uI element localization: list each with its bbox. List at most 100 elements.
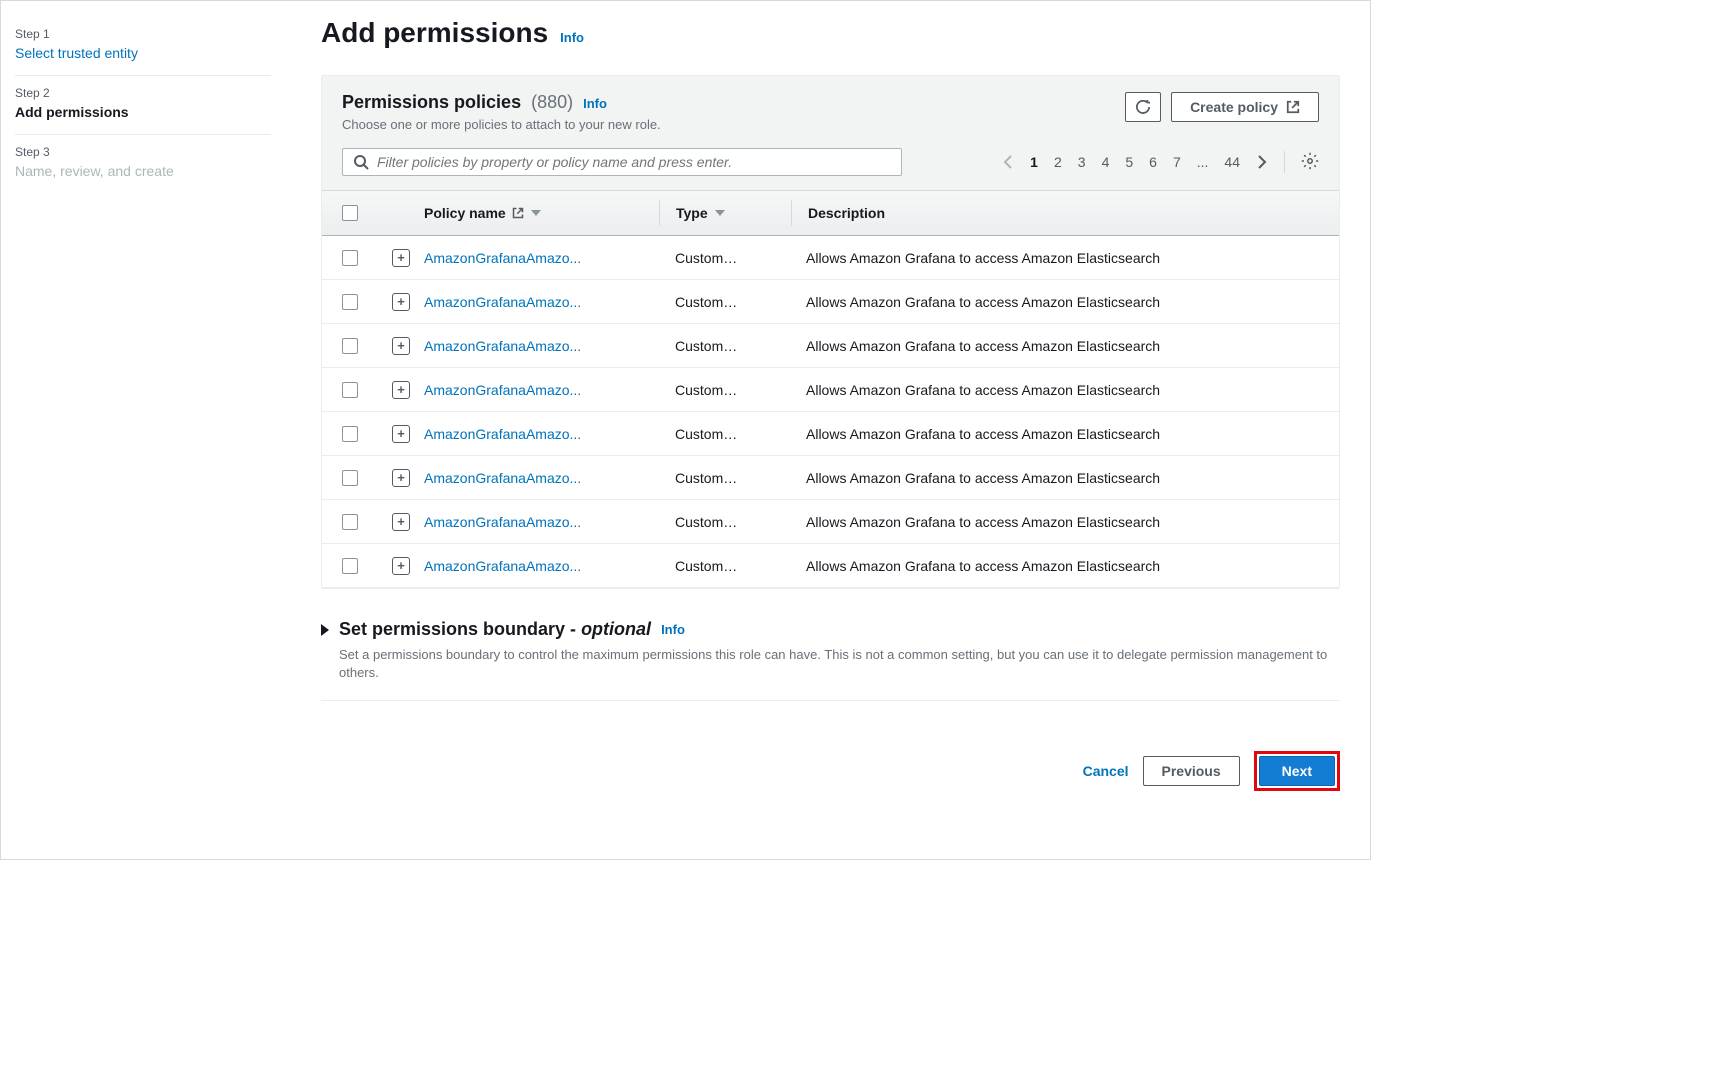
policy-type: Custom…: [675, 558, 737, 574]
row-checkbox[interactable]: [342, 514, 358, 530]
next-page-icon[interactable]: [1256, 155, 1268, 169]
step-title: Add permissions: [15, 104, 271, 120]
policy-description: Allows Amazon Grafana to access Amazon E…: [806, 338, 1160, 354]
policy-type: Custom…: [675, 514, 737, 530]
expand-row-button[interactable]: +: [392, 249, 410, 267]
sort-icon[interactable]: [530, 207, 542, 219]
page-number[interactable]: 7: [1173, 154, 1181, 170]
boundary-title: Set permissions boundary - optional: [339, 619, 651, 640]
search-input[interactable]: [377, 154, 891, 170]
row-checkbox[interactable]: [342, 426, 358, 442]
row-checkbox[interactable]: [342, 558, 358, 574]
policy-name-link[interactable]: AmazonGrafanaAmazo...: [424, 470, 581, 486]
create-policy-button[interactable]: Create policy: [1171, 92, 1319, 122]
policy-description: Allows Amazon Grafana to access Amazon E…: [806, 250, 1160, 266]
footer-actions: Cancel Previous Next: [321, 751, 1340, 791]
next-button[interactable]: Next: [1259, 756, 1335, 786]
policy-name-link[interactable]: AmazonGrafanaAmazo...: [424, 558, 581, 574]
next-button-highlight: Next: [1254, 751, 1340, 791]
page-ellipsis: ...: [1197, 154, 1209, 170]
row-checkbox[interactable]: [342, 250, 358, 266]
info-link[interactable]: Info: [560, 30, 584, 45]
table-row: + AmazonGrafanaAmazo... Custom… Allows A…: [322, 412, 1339, 456]
main-content: Add permissions Info Permissions policie…: [301, 1, 1370, 859]
button-label: Create policy: [1190, 99, 1278, 115]
page-number[interactable]: 1: [1030, 154, 1038, 170]
policy-description: Allows Amazon Grafana to access Amazon E…: [806, 558, 1160, 574]
cancel-button[interactable]: Cancel: [1083, 763, 1129, 779]
expand-row-button[interactable]: +: [392, 469, 410, 487]
divider: [1284, 151, 1285, 173]
page-number[interactable]: 6: [1149, 154, 1157, 170]
info-link[interactable]: Info: [661, 622, 685, 637]
permissions-policies-panel: Permissions policies (880) Info Choose o…: [321, 75, 1340, 589]
policy-name-link[interactable]: AmazonGrafanaAmazo...: [424, 382, 581, 398]
policy-search[interactable]: [342, 148, 902, 176]
pagination: 1 2 3 4 5 6 7 ... 44: [1002, 151, 1319, 173]
expand-row-button[interactable]: +: [392, 557, 410, 575]
permissions-boundary-section: Set permissions boundary - optional Info…: [321, 595, 1340, 701]
policy-description: Allows Amazon Grafana to access Amazon E…: [806, 426, 1160, 442]
wizard-step-1[interactable]: Step 1 Select trusted entity: [15, 17, 271, 76]
refresh-button[interactable]: [1125, 92, 1161, 122]
panel-count: (880): [531, 92, 573, 113]
wizard-step-2: Step 2 Add permissions: [15, 76, 271, 135]
policy-type: Custom…: [675, 382, 737, 398]
policy-name-link[interactable]: AmazonGrafanaAmazo...: [424, 338, 581, 354]
policy-type: Custom…: [675, 426, 737, 442]
expand-row-button[interactable]: +: [392, 381, 410, 399]
boundary-description: Set a permissions boundary to control th…: [339, 646, 1340, 682]
page-title: Add permissions: [321, 17, 548, 49]
panel-description: Choose one or more policies to attach to…: [342, 117, 661, 132]
table-row: + AmazonGrafanaAmazo... Custom… Allows A…: [322, 456, 1339, 500]
wizard-step-3: Step 3 Name, review, and create: [15, 135, 271, 193]
expand-row-button[interactable]: +: [392, 513, 410, 531]
policy-type: Custom…: [675, 338, 737, 354]
step-label: Step 3: [15, 145, 271, 159]
page-number[interactable]: 3: [1078, 154, 1086, 170]
policy-name-link[interactable]: AmazonGrafanaAmazo...: [424, 294, 581, 310]
row-checkbox[interactable]: [342, 382, 358, 398]
table-row: + AmazonGrafanaAmazo... Custom… Allows A…: [322, 500, 1339, 544]
column-header-description[interactable]: Description: [808, 205, 885, 221]
search-icon: [353, 154, 369, 170]
column-header-type[interactable]: Type: [676, 205, 708, 221]
settings-button[interactable]: [1301, 152, 1319, 173]
page-number[interactable]: 44: [1224, 154, 1240, 170]
row-checkbox[interactable]: [342, 338, 358, 354]
expand-row-button[interactable]: +: [392, 293, 410, 311]
step-label: Step 2: [15, 86, 271, 100]
page-number[interactable]: 4: [1102, 154, 1110, 170]
external-link-icon: [1286, 100, 1300, 114]
policy-name-link[interactable]: AmazonGrafanaAmazo...: [424, 426, 581, 442]
wizard-sidebar: Step 1 Select trusted entity Step 2 Add …: [1, 1, 301, 859]
prev-page-icon[interactable]: [1002, 155, 1014, 169]
policy-name-link[interactable]: AmazonGrafanaAmazo...: [424, 250, 581, 266]
policy-type: Custom…: [675, 250, 737, 266]
gear-icon: [1301, 152, 1319, 170]
column-header-name[interactable]: Policy name: [424, 205, 506, 221]
row-checkbox[interactable]: [342, 294, 358, 310]
table-row: + AmazonGrafanaAmazo... Custom… Allows A…: [322, 236, 1339, 280]
expand-triangle-icon[interactable]: [321, 624, 329, 636]
policy-description: Allows Amazon Grafana to access Amazon E…: [806, 470, 1160, 486]
table-row: + AmazonGrafanaAmazo... Custom… Allows A…: [322, 280, 1339, 324]
table-row: + AmazonGrafanaAmazo... Custom… Allows A…: [322, 544, 1339, 588]
table-header: Policy name Type Description: [322, 190, 1339, 236]
expand-row-button[interactable]: +: [392, 337, 410, 355]
step-label: Step 1: [15, 27, 271, 41]
expand-row-button[interactable]: +: [392, 425, 410, 443]
step-title: Name, review, and create: [15, 163, 271, 179]
info-link[interactable]: Info: [583, 96, 607, 111]
policy-name-link[interactable]: AmazonGrafanaAmazo...: [424, 514, 581, 530]
sort-icon[interactable]: [714, 207, 726, 219]
row-checkbox[interactable]: [342, 470, 358, 486]
panel-title: Permissions policies: [342, 92, 521, 113]
policy-description: Allows Amazon Grafana to access Amazon E…: [806, 382, 1160, 398]
previous-button[interactable]: Previous: [1143, 756, 1240, 786]
refresh-icon: [1136, 100, 1150, 114]
step-title[interactable]: Select trusted entity: [15, 45, 271, 61]
page-number[interactable]: 5: [1125, 154, 1133, 170]
page-number[interactable]: 2: [1054, 154, 1062, 170]
select-all-checkbox[interactable]: [342, 205, 358, 221]
